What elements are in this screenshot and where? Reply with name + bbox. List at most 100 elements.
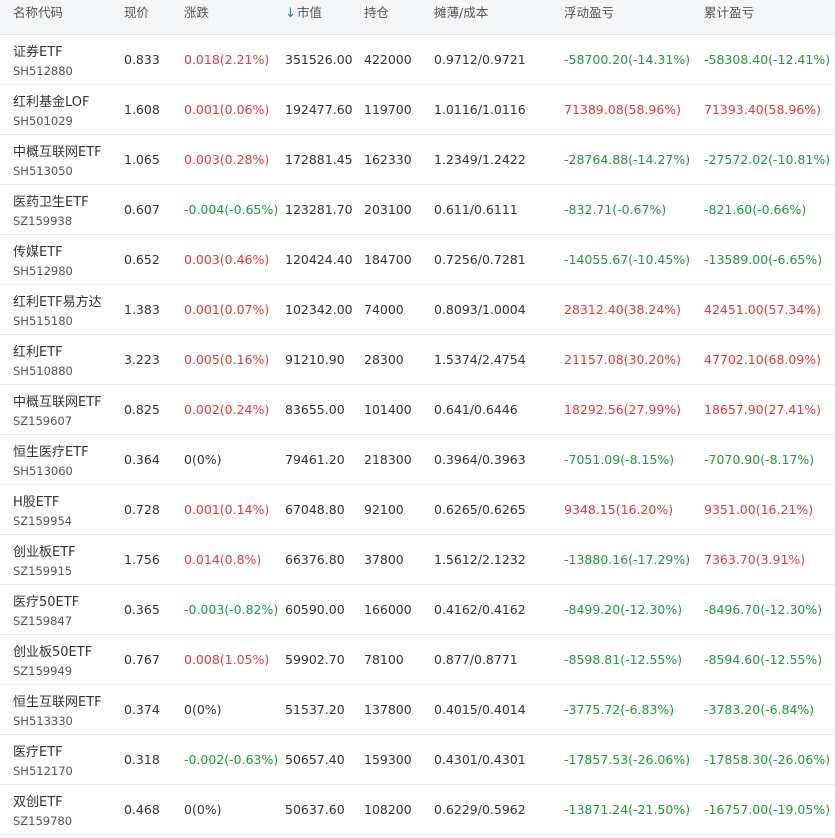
change-cell: 0.008(1.05%) <box>184 652 270 667</box>
holding-cell: 108200 <box>364 802 412 817</box>
column-header-cost[interactable]: 摊薄/成本 <box>434 0 562 34</box>
fund-name[interactable]: 中概互联网ETF <box>13 141 102 160</box>
price-cell: 1.383 <box>124 302 160 317</box>
table-row[interactable]: 红利ETF易方达 SH515180 1.383 0.001(0.07%) 102… <box>0 285 835 335</box>
fund-name[interactable]: 红利基金LOF <box>13 91 90 110</box>
fund-name[interactable]: 传媒ETF <box>13 241 63 260</box>
price-cell: 0.652 <box>124 252 160 267</box>
table-row[interactable]: H股ETF SZ159954 0.728 0.001(0.14%) 67048.… <box>0 485 835 535</box>
column-header-name-code[interactable]: 名称代码 <box>13 0 121 34</box>
table-row[interactable]: 中概互联网ETF SH513050 1.065 0.003(0.28%) 172… <box>0 135 835 185</box>
column-header-market-value[interactable]: ↓市值 <box>285 0 361 34</box>
holding-cell: 28300 <box>364 352 404 367</box>
name-code-cell: 创业板50ETF SZ159949 <box>13 635 121 684</box>
cumulative-pl-cell: -16757.00(-19.05%) <box>704 802 831 817</box>
fund-code: SZ159938 <box>13 214 73 228</box>
floating-pl-cell: -8598.81(-12.55%) <box>564 652 683 667</box>
holding-cell: 101400 <box>364 402 412 417</box>
cumulative-pl-cell: 42451.00(57.34%) <box>704 302 822 317</box>
market-value-cell: 83655.00 <box>285 402 345 417</box>
fund-name[interactable]: 创业板50ETF <box>13 641 92 660</box>
floating-pl-cell: 18292.56(27.99%) <box>564 402 682 417</box>
table-row[interactable]: 证券ETF SH512880 0.833 0.018(2.21%) 351526… <box>0 35 835 85</box>
sort-descending-icon: ↓ <box>285 6 296 21</box>
change-cell: 0.014(0.8%) <box>184 552 262 567</box>
fund-name[interactable]: 恒生互联网ETF <box>13 691 102 710</box>
price-cell: 0.728 <box>124 502 160 517</box>
change-cell: 0.003(0.46%) <box>184 252 270 267</box>
table-row[interactable]: 中概互联网ETF SZ159607 0.825 0.002(0.24%) 836… <box>0 385 835 435</box>
floating-pl-cell: -14055.67(-10.45%) <box>564 252 691 267</box>
fund-name[interactable]: 医疗ETF <box>13 741 63 760</box>
fund-code: SZ159949 <box>13 664 73 678</box>
price-cell: 1.065 <box>124 152 160 167</box>
floating-pl-cell: -8499.20(-12.30%) <box>564 602 683 617</box>
change-cell: 0.002(0.24%) <box>184 402 270 417</box>
fund-name[interactable]: 医药卫生ETF <box>13 191 89 210</box>
holding-cell: 37800 <box>364 552 404 567</box>
name-code-cell: 红利ETF易方达 SH515180 <box>13 285 121 334</box>
cost-cell: 1.5612/2.1232 <box>434 552 526 567</box>
cumulative-pl-cell: -27572.02(-10.81%) <box>704 152 831 167</box>
name-code-cell: 创业板ETF SZ159915 <box>13 535 121 584</box>
market-value-cell: 172881.45 <box>285 152 353 167</box>
market-value-cell: 59902.70 <box>285 652 345 667</box>
table-row[interactable]: 双创ETF SZ159780 0.468 0(0%) 50637.60 1082… <box>0 785 835 835</box>
holding-cell: 137800 <box>364 702 412 717</box>
fund-name[interactable]: 双创ETF <box>13 791 63 810</box>
name-code-cell: 红利ETF SH510880 <box>13 335 121 384</box>
fund-name[interactable]: 创业板ETF <box>13 541 76 560</box>
holding-cell: 78100 <box>364 652 404 667</box>
fund-name[interactable]: 红利ETF <box>13 341 63 360</box>
market-value-cell: 91210.90 <box>285 352 345 367</box>
price-cell: 0.318 <box>124 752 160 767</box>
holding-cell: 184700 <box>364 252 412 267</box>
change-cell: 0(0%) <box>184 452 222 467</box>
fund-code: SH513330 <box>13 714 73 728</box>
table-row[interactable]: 传媒ETF SH512980 0.652 0.003(0.46%) 120424… <box>0 235 835 285</box>
table-row[interactable]: 医药卫生ETF SZ159938 0.607 -0.004(-0.65%) 12… <box>0 185 835 235</box>
change-cell: 0.005(0.16%) <box>184 352 270 367</box>
fund-name[interactable]: 证券ETF <box>13 41 63 60</box>
table-row[interactable]: 创业板50ETF SZ159949 0.767 0.008(1.05%) 599… <box>0 635 835 685</box>
name-code-cell: 恒生医疗ETF SH513060 <box>13 435 121 484</box>
market-value-cell: 67048.80 <box>285 502 345 517</box>
fund-name[interactable]: H股ETF <box>13 491 59 510</box>
floating-pl-cell: 9348.15(16.20%) <box>564 502 674 517</box>
holding-cell: 422000 <box>364 52 412 67</box>
column-header-change[interactable]: 涨跌 <box>184 0 282 34</box>
market-value-cell: 192477.60 <box>285 102 353 117</box>
name-code-cell: 传媒ETF SH512980 <box>13 235 121 284</box>
fund-code: SH501029 <box>13 114 73 128</box>
column-header-cumulative-pl[interactable]: 累计盈亏 <box>704 0 832 34</box>
table-row[interactable]: 医疗ETF SH512170 0.318 -0.002(-0.63%) 5065… <box>0 735 835 785</box>
column-header-holding[interactable]: 持仓 <box>364 0 430 34</box>
change-cell: -0.002(-0.63%) <box>184 752 279 767</box>
fund-code: SH513060 <box>13 464 73 478</box>
table-row[interactable]: 红利基金LOF SH501029 1.608 0.001(0.06%) 1924… <box>0 85 835 135</box>
price-cell: 3.223 <box>124 352 160 367</box>
fund-name[interactable]: 医疗50ETF <box>13 591 79 610</box>
cost-cell: 0.9712/0.9721 <box>434 52 526 67</box>
table-row[interactable]: 创业板ETF SZ159915 1.756 0.014(0.8%) 66376.… <box>0 535 835 585</box>
fund-name[interactable]: 中概互联网ETF <box>13 391 102 410</box>
fund-name[interactable]: 恒生医疗ETF <box>13 441 89 460</box>
cost-cell: 0.6229/0.5962 <box>434 802 526 817</box>
floating-pl-cell: -28764.88(-14.27%) <box>564 152 691 167</box>
fund-name[interactable]: 红利ETF易方达 <box>13 291 102 310</box>
column-header-floating-pl[interactable]: 浮动盈亏 <box>564 0 700 34</box>
table-row[interactable]: 医疗50ETF SZ159847 0.365 -0.003(-0.82%) 60… <box>0 585 835 635</box>
fund-code: SH512980 <box>13 264 73 278</box>
floating-pl-cell: -13871.24(-21.50%) <box>564 802 691 817</box>
table-row[interactable]: 恒生互联网ETF SH513330 0.374 0(0%) 51537.20 1… <box>0 685 835 735</box>
column-header-price[interactable]: 现价 <box>124 0 182 34</box>
price-cell: 0.607 <box>124 202 160 217</box>
table-row[interactable]: 恒生医疗ETF SH513060 0.364 0(0%) 79461.20 21… <box>0 435 835 485</box>
name-code-cell: 医药卫生ETF SZ159938 <box>13 185 121 234</box>
table-row[interactable]: 红利ETF SH510880 3.223 0.005(0.16%) 91210.… <box>0 335 835 385</box>
market-value-cell: 351526.00 <box>285 52 353 67</box>
table-header: 名称代码 现价 涨跌 ↓市值 持仓 摊薄/成本 浮动盈亏 累计盈亏 <box>0 0 835 35</box>
floating-pl-cell: 28312.40(38.24%) <box>564 302 682 317</box>
market-value-cell: 50637.60 <box>285 802 345 817</box>
market-value-cell: 102342.00 <box>285 302 353 317</box>
